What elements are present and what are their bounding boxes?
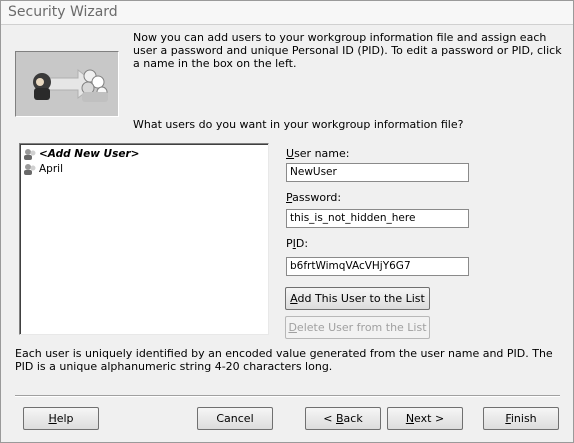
next-button[interactable]: Next > <box>387 407 463 430</box>
cancel-button[interactable]: Cancel <box>197 407 273 430</box>
list-item-label: April <box>39 163 63 175</box>
username-field[interactable]: NewUser <box>286 163 469 182</box>
pid-note: Each user is uniquely identified by an e… <box>15 347 553 373</box>
pid-label: PID: <box>286 237 309 250</box>
title-bar[interactable]: Security Wizard <box>1 1 573 25</box>
back-button[interactable]: < Back <box>305 407 381 430</box>
finish-button[interactable]: Finish <box>483 407 559 430</box>
password-field[interactable]: this_is_not_hidden_here <box>286 209 469 228</box>
divider <box>15 395 560 397</box>
users-question: What users do you want in your workgroup… <box>133 118 464 131</box>
user-icon <box>24 164 36 175</box>
intro-text: Now you can add users to your workgroup … <box>133 31 562 70</box>
list-item[interactable]: April <box>23 162 63 176</box>
user-icon <box>24 149 36 160</box>
delete-user-button[interactable]: Delete User from the List <box>285 316 430 339</box>
username-label: User name: <box>286 147 350 160</box>
list-item-label: <Add New User> <box>39 148 140 160</box>
window-title: Security Wizard <box>8 4 118 20</box>
security-wizard-window: Security Wizard Now you can add users to… <box>0 0 574 443</box>
password-label: Password: <box>286 191 342 204</box>
users-listbox[interactable]: <Add New User> April <box>19 143 269 335</box>
wizard-illustration <box>15 51 119 117</box>
help-button[interactable]: Help <box>23 407 99 430</box>
list-item[interactable]: <Add New User> <box>23 147 139 161</box>
pid-field[interactable]: b6frtWimqVAcVHjY6G7 <box>286 257 469 276</box>
add-user-button[interactable]: Add This User to the List <box>285 287 430 310</box>
users-arrow-icon <box>33 68 108 102</box>
